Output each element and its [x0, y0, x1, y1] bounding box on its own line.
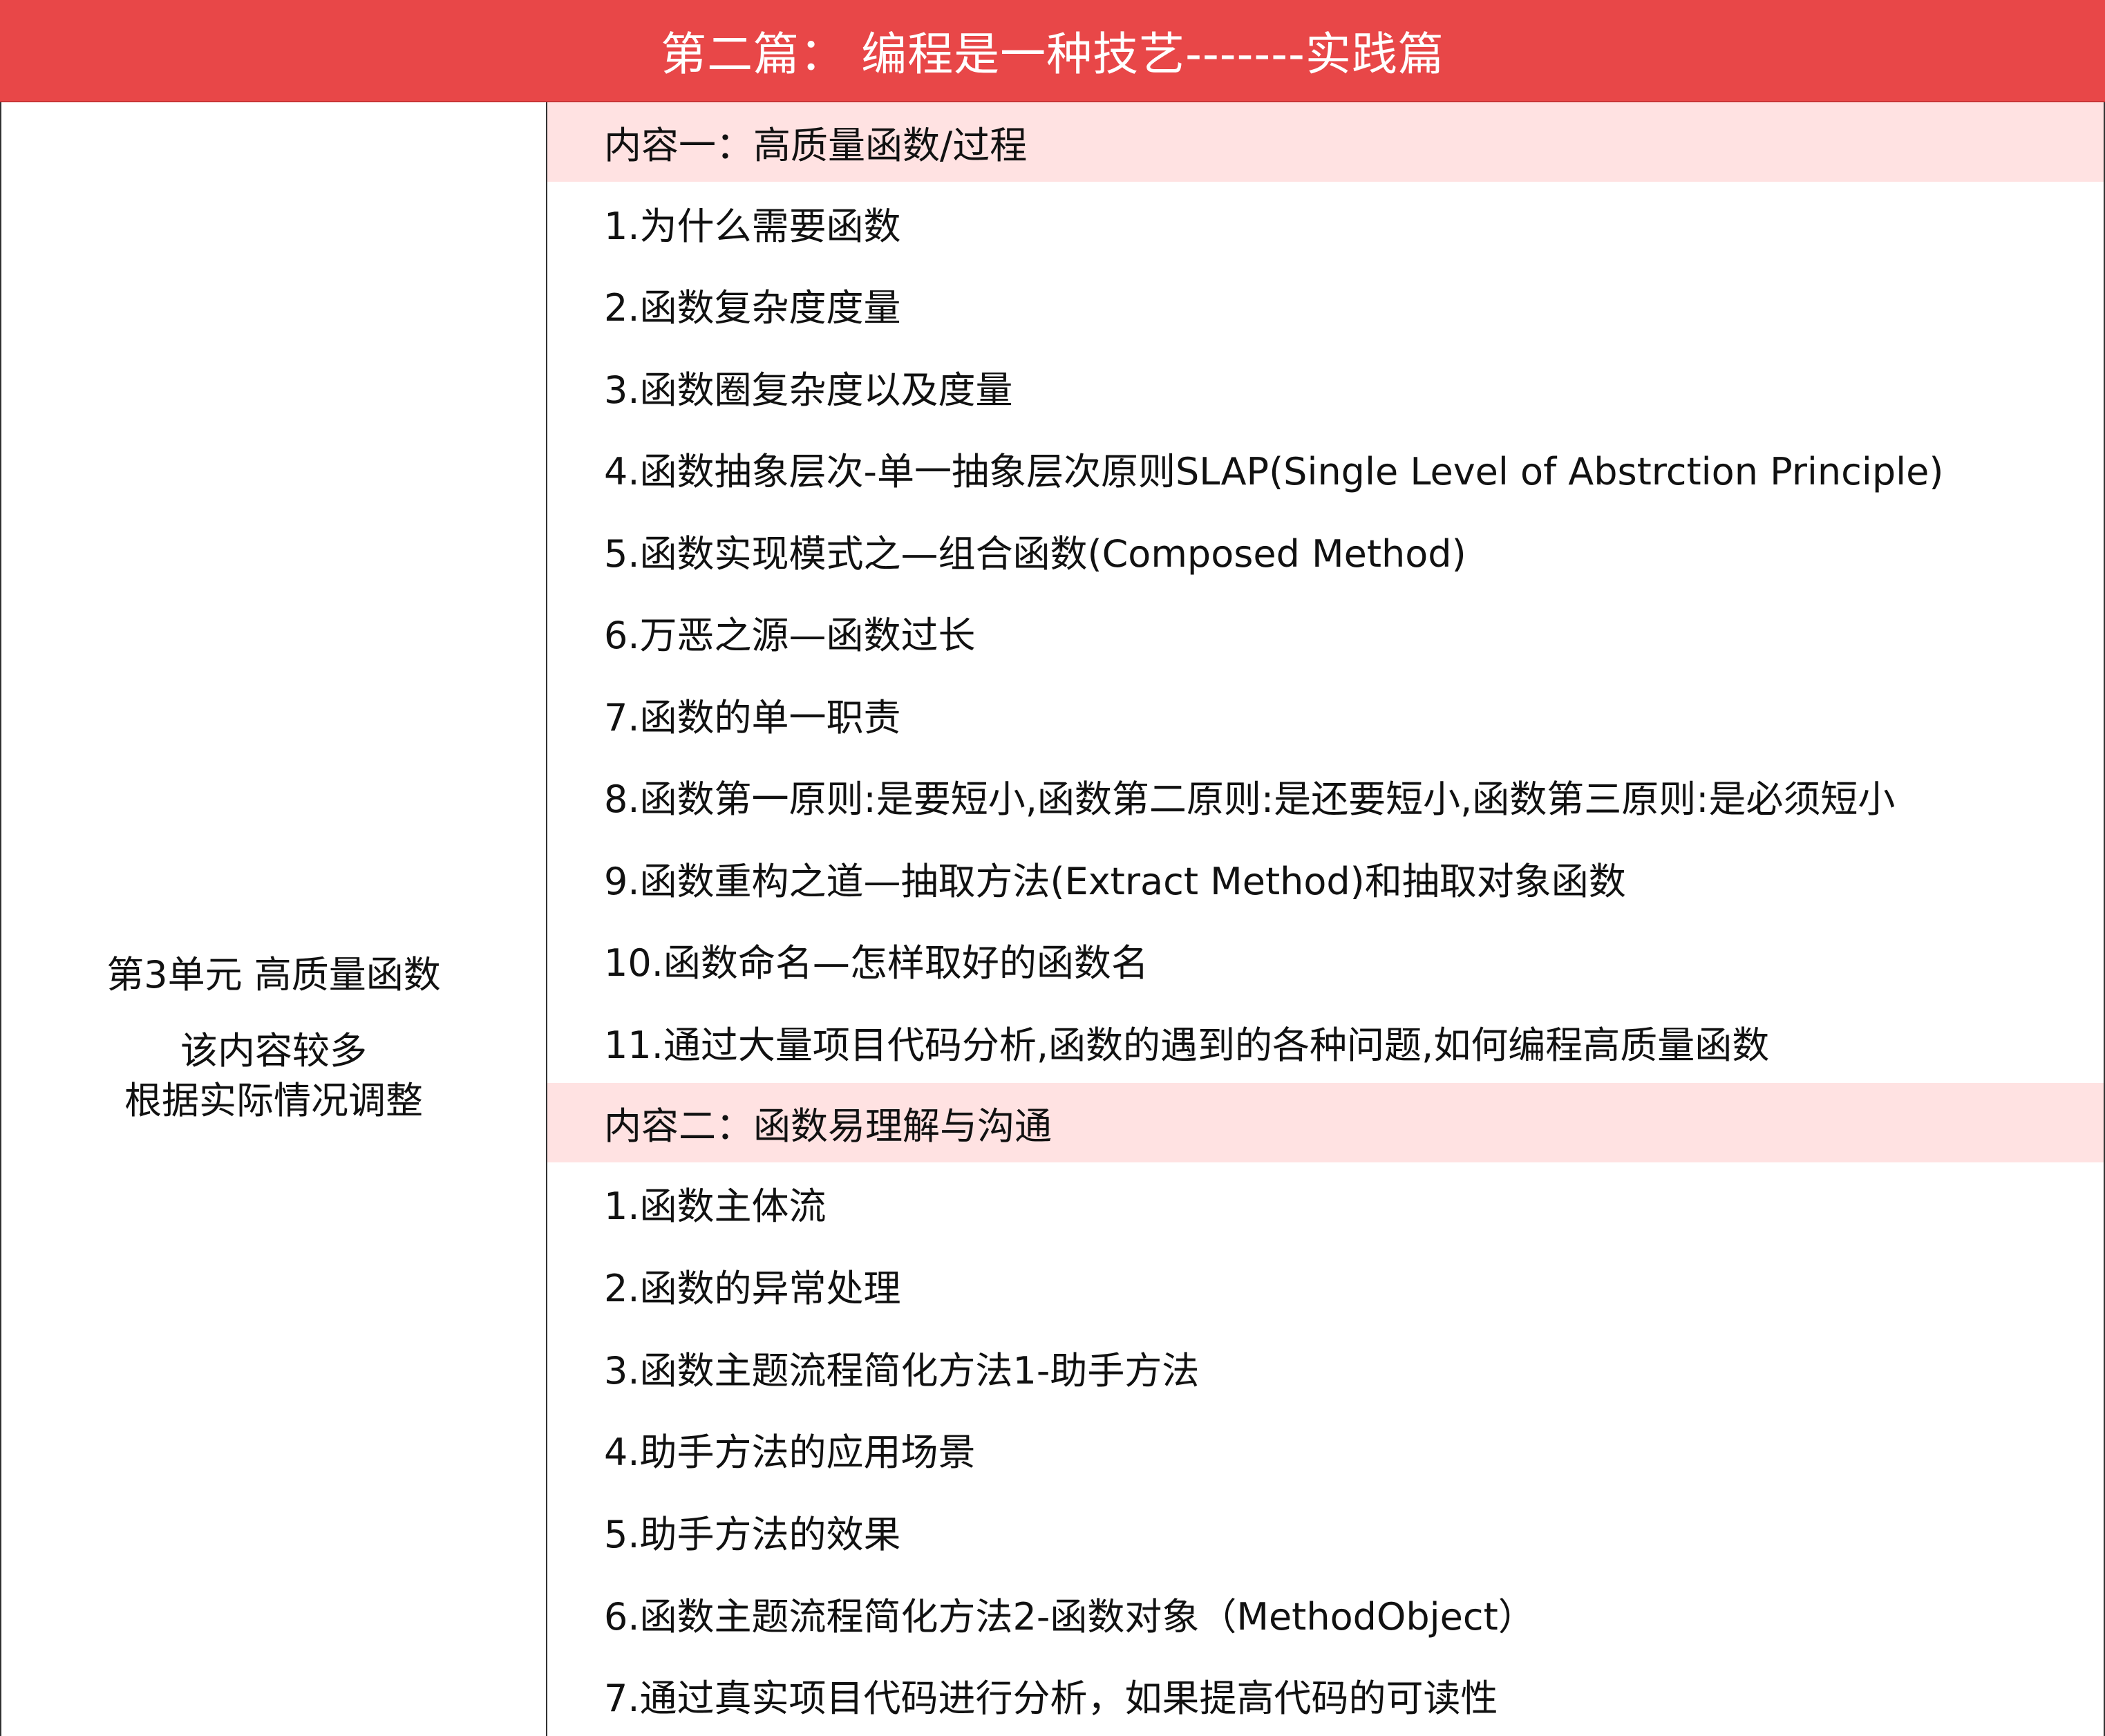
list-item: 6.函数主题流程简化方法2-函数对象（MethodObject）: [604, 1594, 1536, 1639]
list-item: 1.为什么需要函数: [604, 204, 901, 248]
list-item: 7.函数的单一职责: [604, 695, 901, 739]
unit-column: 第3单元 高质量函数 该内容较多 根据实际情况调整: [0, 102, 547, 1736]
section-header: 内容二：函数易理解与沟通: [547, 1082, 2104, 1162]
section-header: 内容一：高质量函数/过程: [547, 102, 2104, 182]
list-item: 7.通过真实项目代码进行分析，如果提高代码的可读性: [604, 1677, 1498, 1721]
unit-note-line-1: 该内容较多: [180, 1029, 367, 1073]
banner: 第二篇： 编程是一种技艺-------实践篇: [0, 0, 2105, 102]
list-item: 3.函数圈复杂度以及度量: [604, 368, 1013, 412]
list-item: 8.函数第一原则:是要短小,函数第二原则:是还要短小,函数第三原则:是必须短小: [604, 777, 1896, 822]
section-content-2: 内容二：函数易理解与沟通 1.函数主体流 2.函数的异常处理 3.函数主题流程简…: [547, 1082, 2104, 1736]
unit-info: 第3单元 高质量函数 该内容较多 根据实际情况调整: [1, 950, 546, 1126]
unit-title: 第3单元 高质量函数: [106, 953, 441, 997]
list-item: 9.函数重构之道—抽取方法(Extract Method)和抽取对象函数: [604, 859, 1626, 903]
list-item: 2.函数的异常处理: [604, 1267, 901, 1311]
list-item: 4.助手方法的应用场景: [604, 1431, 976, 1475]
list-item: 5.函数实现模式之—组合函数(Composed Method): [604, 531, 1466, 576]
list-item: 1.函数主体流: [604, 1185, 827, 1229]
section-content-1: 内容一：高质量函数/过程 1.为什么需要函数 2.函数复杂度度量 3.函数圈复杂…: [547, 102, 2104, 1083]
course-outline-page: 第二篇： 编程是一种技艺-------实践篇 第3单元 高质量函数 该内容较多 …: [0, 0, 2105, 1736]
list-item: 10.函数命名—怎样取好的函数名: [604, 941, 1149, 985]
content-column: 内容一：高质量函数/过程 1.为什么需要函数 2.函数复杂度度量 3.函数圈复杂…: [547, 102, 2105, 1736]
list-item: 5.助手方法的效果: [604, 1513, 901, 1557]
list-item: 3.函数主题流程简化方法1-助手方法: [604, 1348, 1200, 1393]
list-item: 11.通过大量项目代码分析,函数的遇到的各种问题,如何编程高质量函数: [604, 1023, 1770, 1067]
list-item: 6.万恶之源—函数过长: [604, 614, 976, 658]
banner-title: 第二篇： 编程是一种技艺-------实践篇: [661, 28, 1444, 81]
list-item: 2.函数复杂度度量: [604, 286, 901, 330]
list-item: 4.函数抽象层次-单一抽象层次原则SLAP(Single Level of Ab…: [604, 450, 1944, 494]
unit-note-line-2: 根据实际情况调整: [124, 1079, 423, 1122]
